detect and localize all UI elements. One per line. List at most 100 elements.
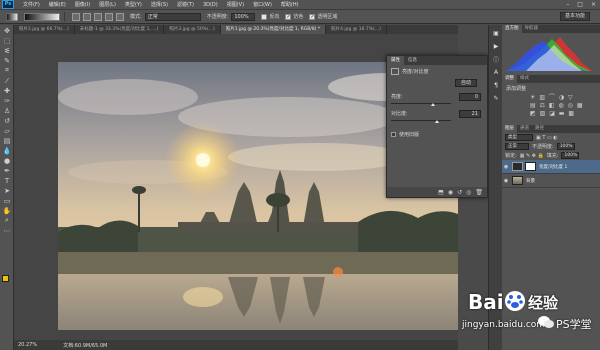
channel-mixer-adjust-icon[interactable]: ◎ (568, 102, 574, 109)
tab-histogram[interactable]: 直方图 (502, 25, 522, 33)
brightness-slider[interactable] (391, 103, 451, 104)
eye-icon[interactable]: ◉ (502, 178, 510, 184)
brush-tool-icon[interactable]: ✑ (2, 96, 12, 105)
selective-color-adjust-icon[interactable]: ▩ (568, 110, 575, 117)
menu-window[interactable]: 窗口(W) (253, 1, 272, 8)
filter-icons[interactable]: ▣ T ▭ ◐ (536, 135, 558, 141)
tab-navigator[interactable]: 导航器 (522, 25, 542, 33)
stamp-tool-icon[interactable]: ♙ (2, 106, 12, 115)
menu-3d[interactable]: 3D(D) (203, 2, 218, 8)
menu-image[interactable]: 图像(I) (75, 1, 90, 8)
workspace-select[interactable]: 基本功能 (560, 12, 590, 21)
visibility-icon[interactable]: ◎ (466, 189, 471, 196)
tab-paths[interactable]: 路径 (532, 125, 547, 133)
doc-tab[interactable]: 照片4.jpg @ 16.7%(...) (326, 25, 387, 34)
blur-tool-icon[interactable]: 💧 (2, 146, 12, 155)
quick-select-tool-icon[interactable]: ✎ (2, 56, 12, 65)
tab-styles[interactable]: 样式 (517, 75, 532, 83)
threshold-adjust-icon[interactable]: ◪ (549, 110, 556, 117)
auto-button[interactable]: 自动 (455, 79, 477, 87)
invert-adjust-icon[interactable]: ◩ (530, 110, 537, 117)
gradient-tool-icon[interactable] (3, 12, 21, 22)
history-brush-tool-icon[interactable]: ↺ (2, 116, 12, 125)
pen-tool-icon[interactable]: ✒ (2, 166, 12, 175)
doc-tab[interactable]: 照片3.jpg @ 50%(...) (164, 25, 221, 34)
close-button[interactable]: × (591, 1, 596, 8)
transparency-checkbox[interactable]: ✓ 透明区域 (309, 13, 337, 20)
tab-layers[interactable]: 图层 (502, 125, 517, 133)
levels-adjust-icon[interactable]: ▥ (539, 94, 546, 101)
posterize-adjust-icon[interactable]: ▨ (540, 110, 547, 117)
view-previous-icon[interactable]: ◉ (448, 189, 453, 196)
path-select-tool-icon[interactable]: ➤ (2, 186, 12, 195)
layer-row[interactable]: ◉ 背景 (502, 174, 600, 188)
blend-mode-select[interactable]: 正常 (505, 143, 529, 150)
contrast-slider[interactable] (391, 120, 451, 121)
hue-adjust-icon[interactable]: ▤ (530, 102, 537, 109)
tab-properties[interactable]: 属性 (387, 56, 404, 65)
marquee-tool-icon[interactable]: ⬚ (2, 36, 12, 45)
bw-adjust-icon[interactable]: ◧ (549, 102, 556, 109)
lasso-tool-icon[interactable]: ᓬ (2, 46, 12, 55)
contrast-slider-thumb[interactable] (435, 120, 439, 123)
eye-icon[interactable]: ◉ (502, 164, 510, 170)
layer-kind-select[interactable]: 类型 (505, 134, 533, 141)
gradient-picker[interactable] (24, 12, 60, 21)
opacity-input[interactable]: 100% (231, 12, 256, 21)
move-tool-icon[interactable]: ✥ (2, 26, 12, 35)
tab-info[interactable]: 信息 (404, 56, 421, 65)
exposure-adjust-icon[interactable]: ◑ (559, 94, 565, 101)
menu-view[interactable]: 视图(V) (227, 1, 244, 8)
character-icon[interactable]: A (491, 67, 501, 77)
reflected-gradient-button[interactable] (105, 12, 113, 21)
doc-tab-active[interactable]: 照片1.jpg @ 20.3%(亮度/对比度 1, RGB/8) * (220, 25, 327, 34)
eyedropper-tool-icon[interactable]: ⁄ (2, 76, 12, 85)
menu-filter[interactable]: 滤镜(T) (177, 1, 194, 8)
actions-icon[interactable]: ▶ (491, 41, 501, 51)
curves-adjust-icon[interactable]: ⌒ (549, 94, 556, 101)
minimize-button[interactable]: – (566, 1, 569, 8)
brightness-input[interactable]: 0 (459, 92, 481, 101)
history-icon[interactable]: ▣ (491, 28, 501, 38)
more-tools-icon[interactable]: ⋯ (2, 226, 12, 235)
menu-file[interactable]: 文件(F) (23, 1, 40, 8)
doc-tab[interactable]: 未标题-1 @ 33.3%(亮度/对比度 1, ...) (75, 25, 165, 34)
menu-edit[interactable]: 编辑(E) (49, 1, 66, 8)
dither-checkbox[interactable]: ✓ 仿色 (285, 13, 303, 20)
mode-select[interactable]: 正常 (144, 12, 201, 21)
reverse-checkbox[interactable]: 反向 (261, 13, 279, 20)
info-icon[interactable]: ⓘ (491, 54, 501, 64)
tab-channels[interactable]: 通道 (517, 125, 532, 133)
trash-icon[interactable]: 🗑 (475, 189, 483, 196)
brightness-slider-thumb[interactable] (431, 103, 435, 106)
fill-input[interactable]: 100% (561, 152, 580, 159)
zoom-tool-icon[interactable]: ⌕ (2, 216, 12, 225)
paragraph-icon[interactable]: ¶ (491, 80, 501, 90)
photo-filter-adjust-icon[interactable]: ◍ (559, 102, 565, 109)
angle-gradient-button[interactable] (94, 12, 102, 21)
dodge-tool-icon[interactable]: ● (2, 156, 12, 165)
vibrance-adjust-icon[interactable]: ▽ (568, 94, 574, 101)
contrast-input[interactable]: 21 (459, 109, 481, 118)
reset-icon[interactable]: ↺ (457, 189, 462, 196)
clip-to-layer-icon[interactable]: ⬒ (438, 189, 444, 196)
lock-icons[interactable]: ▦ ✎ ✥ 🔒 (520, 153, 544, 159)
layer-opacity-input[interactable]: 100% (556, 143, 575, 150)
menu-select[interactable]: 选择(S) (151, 1, 168, 8)
foreground-color-swatch[interactable] (2, 275, 9, 282)
use-legacy-checkbox[interactable]: 使用旧版 (391, 131, 419, 138)
hand-tool-icon[interactable]: ✋ (2, 206, 12, 215)
crop-tool-icon[interactable]: ⌗ (2, 66, 12, 75)
doc-tab[interactable]: 照片2.jpg @ 66.7%(...) (14, 25, 75, 34)
brush-presets-icon[interactable]: ✎ (491, 93, 501, 103)
brightness-adjust-icon[interactable]: ☀ (530, 94, 536, 101)
menu-help[interactable]: 帮助(H) (281, 1, 299, 8)
eraser-tool-icon[interactable]: ▱ (2, 126, 12, 135)
layer-row[interactable]: ◉ 亮度/对比度 1 (502, 160, 600, 174)
menu-type[interactable]: 类型(Y) (125, 1, 142, 8)
zoom-level[interactable]: 20.27% (18, 342, 37, 348)
linear-gradient-button[interactable] (72, 12, 80, 21)
shape-tool-icon[interactable]: ▭ (2, 196, 12, 205)
checkbox-box[interactable] (391, 132, 396, 137)
lookup-adjust-icon[interactable]: ▦ (577, 102, 584, 109)
